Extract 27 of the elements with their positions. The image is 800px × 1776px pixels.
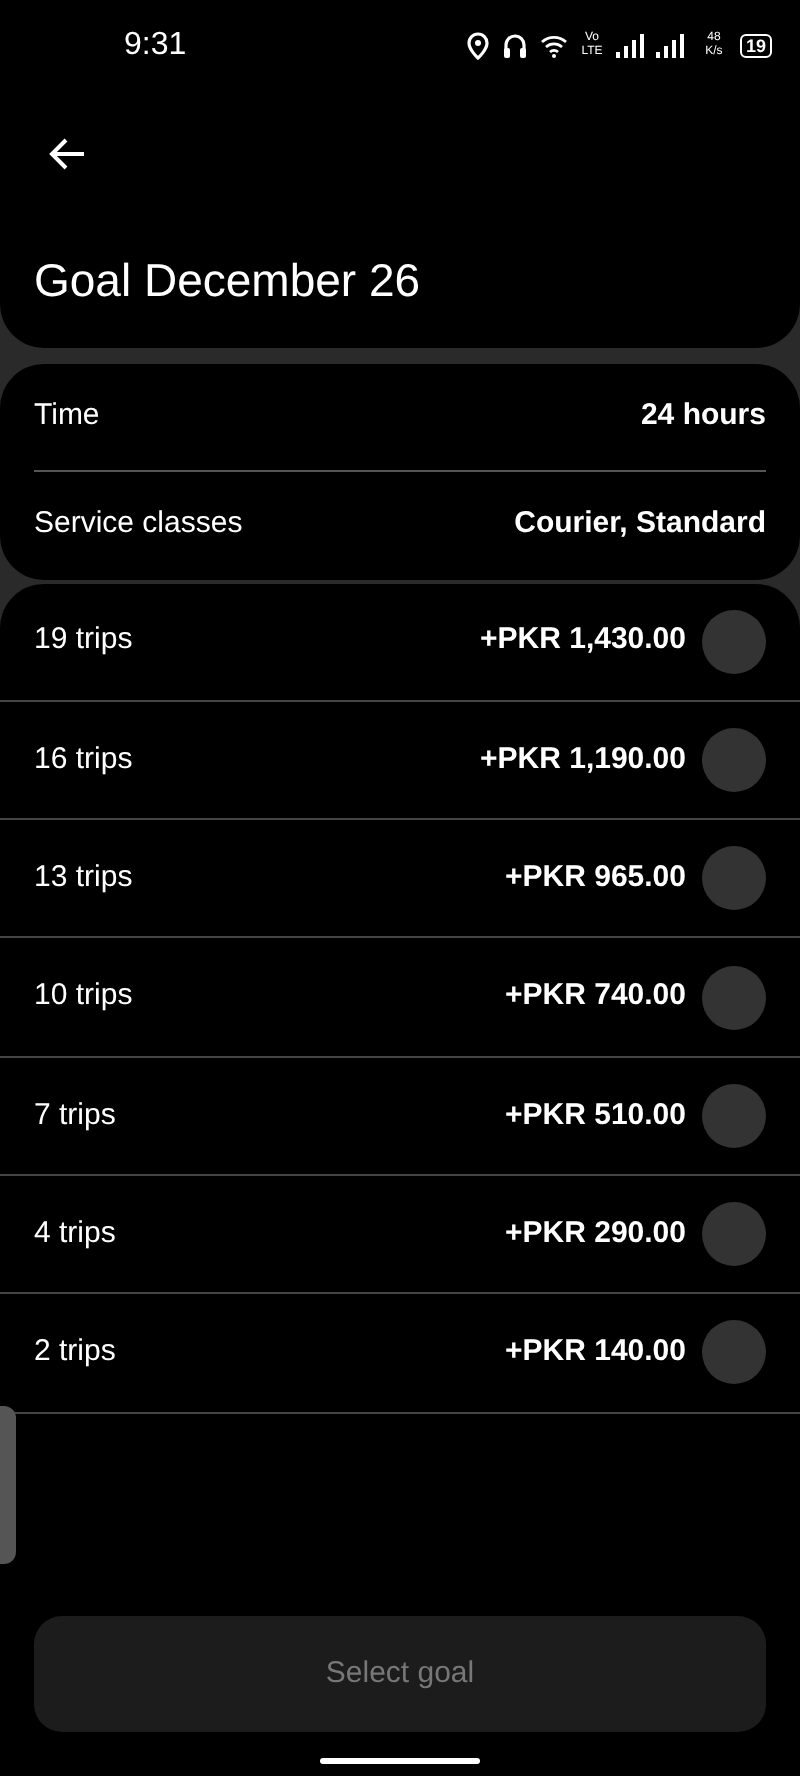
- goal-option[interactable]: 13 trips +PKR 965.00: [0, 820, 800, 939]
- radio-button[interactable]: [702, 1083, 766, 1148]
- battery-indicator: 19: [739, 33, 772, 57]
- page-title: Goal December 26: [32, 252, 423, 310]
- radio-button[interactable]: [702, 1202, 766, 1267]
- back-arrow-icon: [48, 136, 88, 172]
- goal-option[interactable]: 4 trips +PKR 290.00: [0, 1175, 800, 1295]
- detail-value: Courier, Standard: [514, 504, 766, 545]
- goal-option[interactable]: 16 trips +PKR 1,190.00: [0, 701, 800, 821]
- radio-button[interactable]: [702, 846, 766, 911]
- status-time: 9:31: [124, 25, 187, 65]
- headphones-icon: [501, 31, 528, 59]
- radio-button[interactable]: [702, 965, 766, 1030]
- goal-option[interactable]: 10 trips +PKR 740.00: [0, 938, 800, 1058]
- radio-button[interactable]: [702, 727, 766, 792]
- goal-option[interactable]: 2 trips +PKR 140.00: [0, 1294, 800, 1414]
- goal-option[interactable]: 19 trips +PKR 1,430.00: [0, 583, 800, 702]
- radio-button[interactable]: [702, 609, 766, 674]
- radio-button[interactable]: [702, 1320, 766, 1385]
- signal-icon: [615, 33, 688, 57]
- edge-handle[interactable]: [0, 1406, 16, 1564]
- detail-label: Service classes: [34, 504, 243, 545]
- goal-option[interactable]: 7 trips +PKR 510.00: [0, 1057, 800, 1176]
- location-icon: [465, 31, 490, 59]
- wifi-icon: [539, 33, 568, 57]
- detail-label: Time: [34, 395, 100, 436]
- detail-value: 24 hours: [640, 395, 766, 436]
